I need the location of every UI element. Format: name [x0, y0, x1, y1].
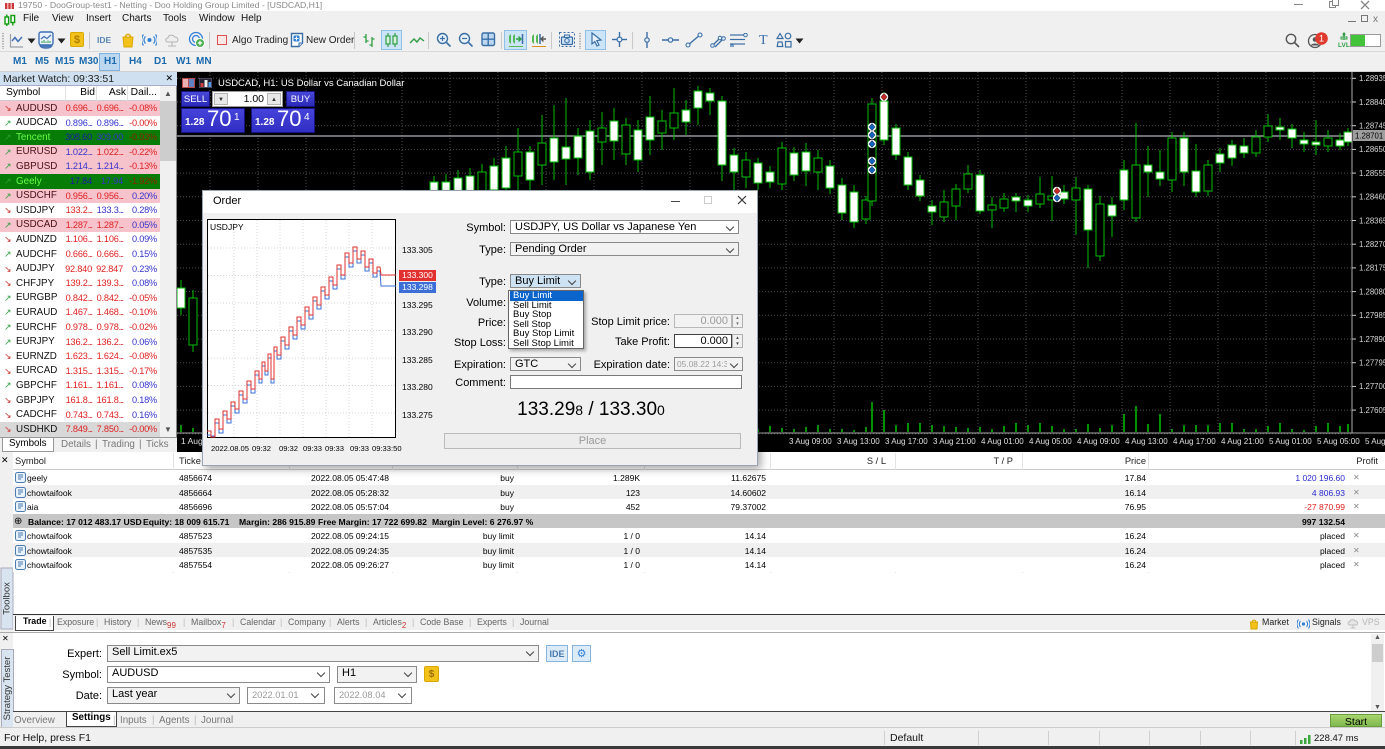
svg-text:3 Aug 09:00: 3 Aug 09:00 [789, 437, 832, 446]
svg-text:4 Aug 13:00: 4 Aug 13:00 [1125, 437, 1168, 446]
svg-text:1.27700: 1.27700 [1359, 382, 1385, 391]
svg-text:3 Aug 21:00: 3 Aug 21:00 [933, 437, 976, 446]
svg-text:1.27985: 1.27985 [1359, 311, 1385, 320]
svg-text:1.28080: 1.28080 [1359, 287, 1385, 296]
svg-text:1.27605: 1.27605 [1359, 406, 1385, 415]
svg-text:1.28365: 1.28365 [1359, 216, 1385, 225]
svg-text:5 Aug 01:00: 5 Aug 01:00 [1269, 437, 1312, 446]
svg-text:1.28935: 1.28935 [1359, 74, 1385, 83]
svg-text:1.28650: 1.28650 [1359, 145, 1385, 154]
svg-text:USDJPY: USDJPY [210, 222, 244, 232]
svg-text:3 Aug 13:00: 3 Aug 13:00 [837, 437, 880, 446]
svg-text:1: 1 [1319, 34, 1324, 44]
svg-text:3 Aug 17:00: 3 Aug 17:00 [885, 437, 928, 446]
svg-text:5 Aug 09:00: 5 Aug 09:00 [1365, 437, 1385, 446]
svg-text:1.28460: 1.28460 [1359, 193, 1385, 202]
svg-text:1.28175: 1.28175 [1359, 264, 1385, 273]
svg-text:1.27795: 1.27795 [1359, 359, 1385, 368]
svg-text:4 Aug 09:00: 4 Aug 09:00 [1077, 437, 1120, 446]
svg-text:4 Aug 17:00: 4 Aug 17:00 [1173, 437, 1216, 446]
svg-text:4 Aug 01:00: 4 Aug 01:00 [981, 437, 1024, 446]
svg-text:1.28701: 1.28701 [1355, 131, 1383, 140]
svg-text:1 Aug: 1 Aug [181, 436, 203, 446]
svg-text:1.28840: 1.28840 [1359, 98, 1385, 107]
svg-text:4 Aug 05:00: 4 Aug 05:00 [1029, 437, 1072, 446]
svg-text:1.28745: 1.28745 [1359, 122, 1385, 131]
svg-text:5 Aug 05:00: 5 Aug 05:00 [1317, 437, 1360, 446]
svg-text:LVL: LVL [1338, 42, 1350, 49]
svg-text:1.28270: 1.28270 [1359, 240, 1385, 249]
svg-text:4 Aug 21:00: 4 Aug 21:00 [1221, 437, 1264, 446]
svg-text:1.28555: 1.28555 [1359, 169, 1385, 178]
svg-text:1.27890: 1.27890 [1359, 335, 1385, 344]
